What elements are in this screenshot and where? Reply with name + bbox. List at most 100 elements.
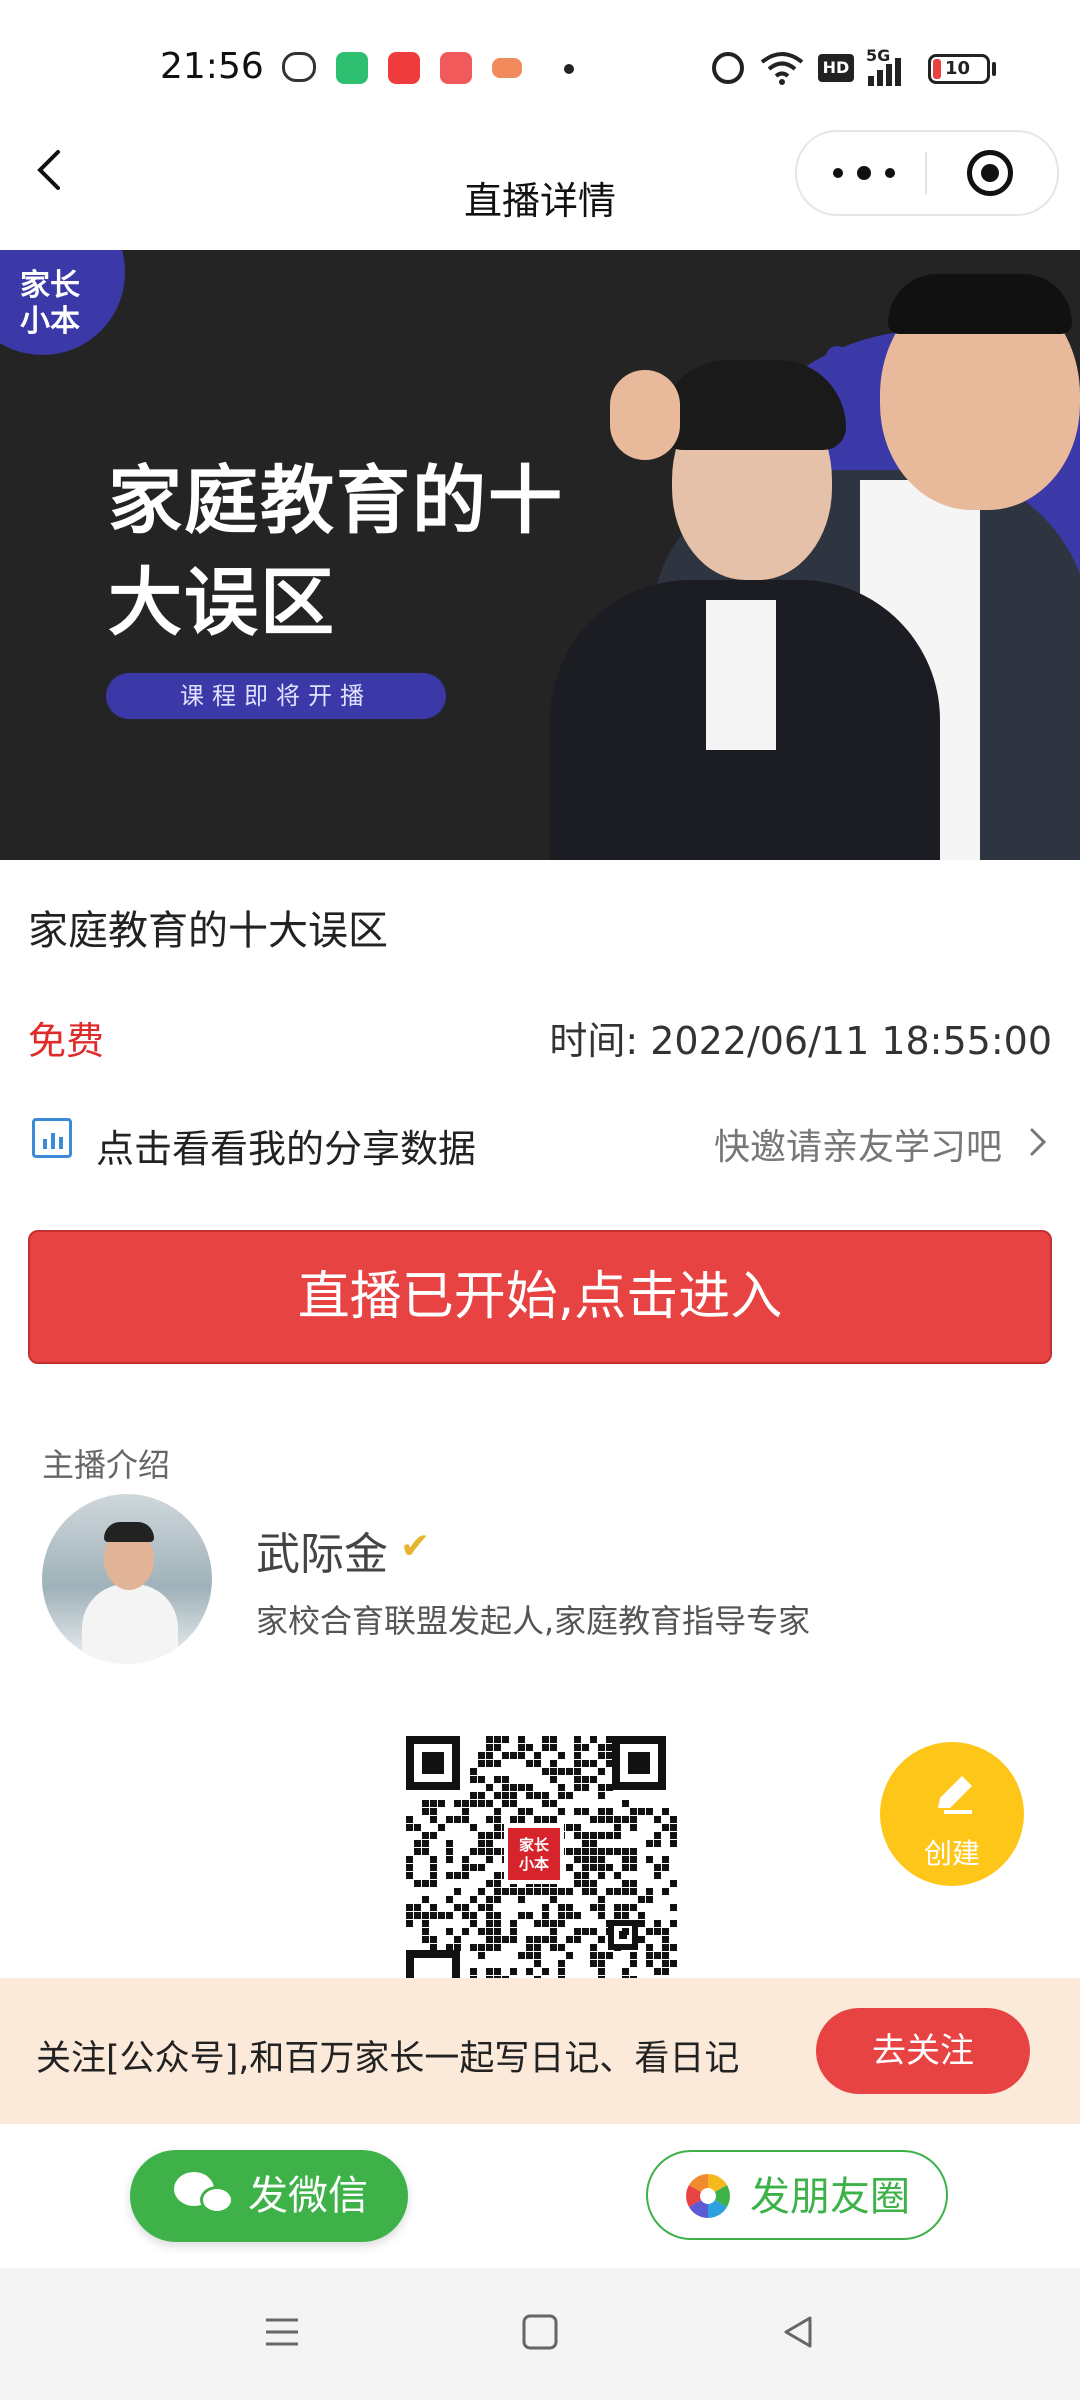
- qr-module: [462, 1872, 469, 1879]
- qr-module: [494, 1824, 501, 1831]
- qr-module: [526, 1808, 533, 1815]
- qr-module: [598, 1808, 605, 1815]
- qr-module: [550, 1896, 557, 1903]
- invite-friends-link[interactable]: 快邀请亲友学习吧: [714, 1118, 1002, 1170]
- back-nav-icon[interactable]: [778, 2312, 818, 2352]
- qr-module: [614, 1824, 621, 1831]
- bar-chart-icon[interactable]: [32, 1118, 72, 1158]
- banner-title: 家庭教育的十 大误区: [108, 450, 628, 654]
- close-mini-program-icon[interactable]: [967, 150, 1013, 196]
- qr-module: [510, 1936, 517, 1943]
- qr-module: [662, 1968, 669, 1975]
- qr-module: [510, 1792, 517, 1799]
- hd-icon: HD: [818, 54, 854, 82]
- qr-module: [622, 1856, 629, 1863]
- qr-module: [534, 1752, 541, 1759]
- qr-module: [654, 1928, 661, 1935]
- qr-module: [486, 1752, 493, 1759]
- qr-module: [646, 1960, 653, 1967]
- qr-module: [582, 1776, 589, 1783]
- qr-module: [470, 1848, 477, 1855]
- home-icon[interactable]: [520, 2312, 560, 2352]
- qr-module: [518, 1896, 525, 1903]
- qr-module: [662, 1928, 669, 1935]
- qr-module: [462, 1904, 469, 1911]
- qr-module: [590, 1952, 597, 1959]
- qr-module: [478, 1792, 485, 1799]
- qr-module: [598, 1848, 605, 1855]
- qr-module: [622, 1848, 629, 1855]
- qr-module: [598, 1832, 605, 1839]
- qr-module: [566, 1952, 573, 1959]
- qr-module: [494, 1832, 501, 1839]
- qr-module: [470, 1824, 477, 1831]
- qr-module: [582, 1872, 589, 1879]
- qr-module: [526, 1888, 533, 1895]
- qr-module: [486, 1880, 493, 1887]
- qr-module: [486, 1832, 493, 1839]
- menu-icon[interactable]: [262, 2312, 302, 2352]
- qr-module: [502, 1776, 509, 1783]
- qr-module: [574, 1912, 581, 1919]
- qr-module: [486, 1816, 493, 1823]
- qr-module: [670, 1944, 677, 1951]
- qr-module: [590, 1776, 597, 1783]
- qr-module: [494, 1736, 501, 1743]
- enter-live-button[interactable]: 直播已开始,点击进入: [28, 1230, 1052, 1364]
- qr-module: [494, 1808, 501, 1815]
- qr-module: [430, 1880, 437, 1887]
- qr-module: [574, 1824, 581, 1831]
- qr-code[interactable]: 家长小本: [396, 1724, 684, 1980]
- host-avatar[interactable]: [42, 1494, 212, 1664]
- presenter-center-hair: [660, 360, 846, 450]
- qr-module: [518, 1752, 525, 1759]
- qr-module: [494, 1816, 501, 1823]
- share-wechat-button[interactable]: 发微信: [130, 2150, 408, 2242]
- qr-module: [542, 1968, 549, 1975]
- share-data-link[interactable]: 点击看看我的分享数据: [96, 1118, 476, 1173]
- qr-module: [462, 1800, 469, 1807]
- qr-module: [430, 1872, 437, 1879]
- qr-module: [510, 1920, 517, 1927]
- share-moments-button[interactable]: 发朋友圈: [646, 2150, 948, 2240]
- qr-module: [646, 1928, 653, 1935]
- qr-module: [534, 1936, 541, 1943]
- qr-module: [590, 1928, 597, 1935]
- qr-module: [670, 1840, 677, 1847]
- qr-module: [502, 1888, 509, 1895]
- qr-module: [430, 1912, 437, 1919]
- price-label: 免费: [28, 1019, 105, 1063]
- qr-module: [582, 1832, 589, 1839]
- qr-module: [502, 1792, 509, 1799]
- qr-module: [422, 1808, 429, 1815]
- follow-button[interactable]: 去关注: [816, 2008, 1030, 2094]
- qr-module: [446, 1848, 453, 1855]
- qr-module: [430, 1864, 437, 1871]
- qr-module: [606, 1784, 613, 1791]
- qr-center-logo-text: 家长小本: [518, 1836, 549, 1873]
- qr-module: [590, 1736, 597, 1743]
- qr-module: [614, 1872, 621, 1879]
- qr-module: [526, 1912, 533, 1919]
- qr-module: [662, 1944, 669, 1951]
- qr-module: [542, 1736, 549, 1743]
- qr-module: [406, 1872, 413, 1879]
- qr-module: [438, 1800, 445, 1807]
- qr-module: [670, 1880, 677, 1887]
- qr-module: [558, 1912, 565, 1919]
- qr-module: [454, 1816, 461, 1823]
- qr-module: [470, 1792, 477, 1799]
- chevron-right-icon[interactable]: [1026, 1126, 1050, 1158]
- qr-module: [662, 1952, 669, 1959]
- qr-module: [542, 1920, 549, 1927]
- qr-module: [502, 1736, 509, 1743]
- qr-module: [646, 1808, 653, 1815]
- verified-icon: ✔: [400, 1526, 431, 1567]
- qr-module: [598, 1768, 605, 1775]
- more-options-icon[interactable]: [833, 156, 897, 190]
- qr-module: [598, 1784, 605, 1791]
- qr-module: [486, 1736, 493, 1743]
- qr-module: [470, 1920, 477, 1927]
- qr-module: [422, 1912, 429, 1919]
- qr-module: [574, 1768, 581, 1775]
